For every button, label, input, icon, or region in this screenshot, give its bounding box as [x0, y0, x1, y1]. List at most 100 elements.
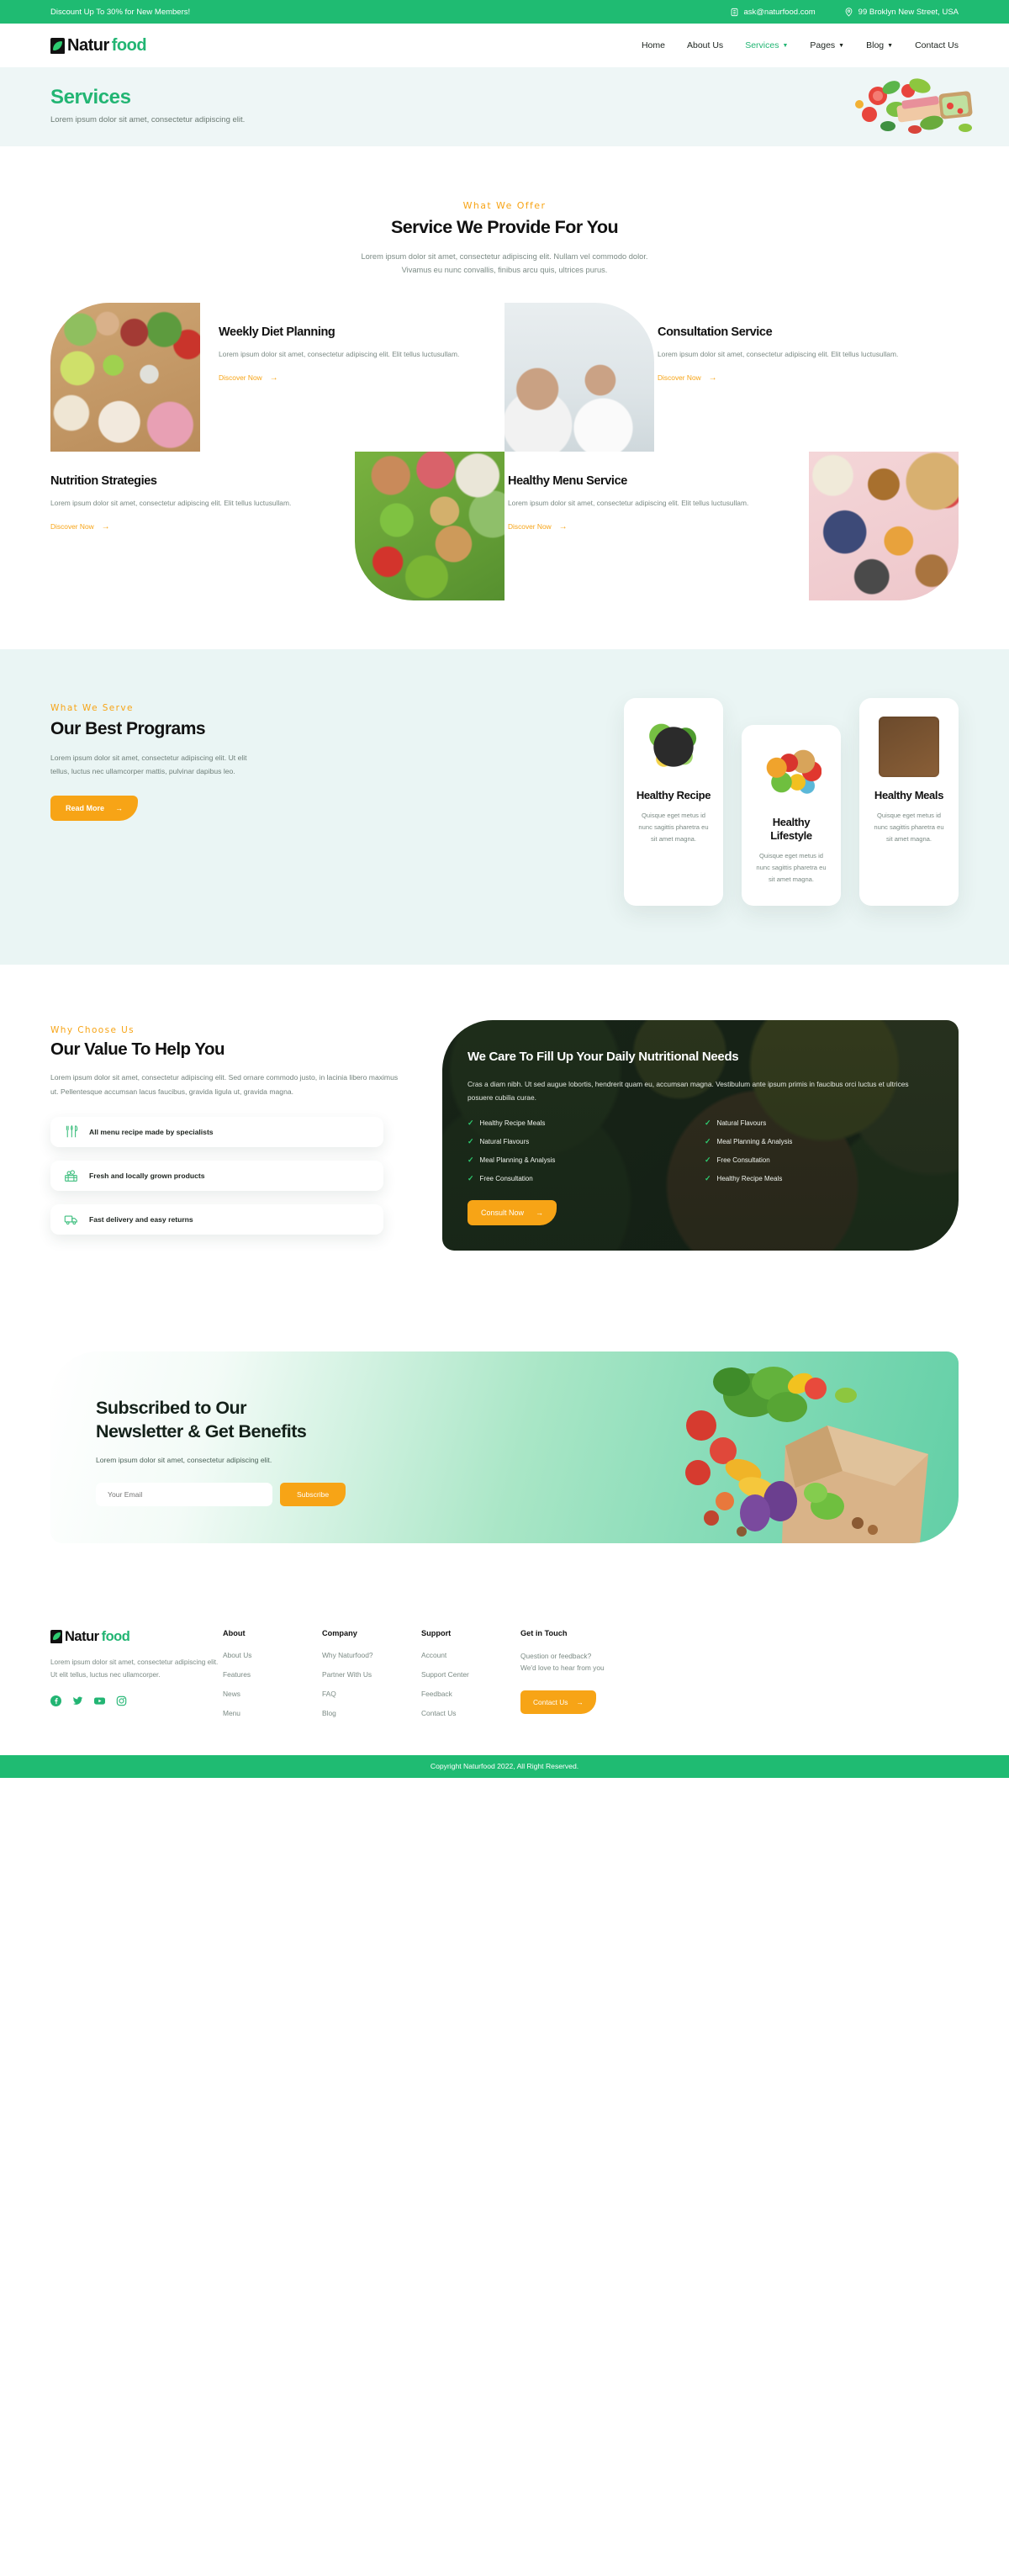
footer-link[interactable]: Why Naturfood?	[322, 1651, 421, 1659]
programs-desc: Lorem ipsum dolor sit amet, consectetur …	[50, 754, 247, 776]
facebook-icon[interactable]	[50, 1695, 61, 1706]
program-card-healthy-recipe[interactable]: Healthy Recipe Quisque eget metus id nun…	[624, 697, 723, 907]
contact-us-button[interactable]: Contact Us →	[520, 1690, 596, 1714]
program-card-healthy-lifestyle[interactable]: Healthy Lifestyle Quisque eget metus id …	[742, 724, 841, 907]
newsletter-title-line-2: Newsletter & Get Benefits	[96, 1420, 307, 1441]
service-desc: Lorem ipsum dolor sit amet, consectetur …	[219, 350, 460, 359]
main-navigation-bar: Natur food Home About Us Services ▼ Pages ▼…	[0, 24, 1009, 67]
contact-address[interactable]: 99 Broklyn New Street, USA	[844, 8, 959, 17]
discover-now-link[interactable]: Discover Now →	[658, 373, 943, 383]
program-title: Healthy Meals	[874, 788, 944, 801]
read-more-button[interactable]: Read More →	[50, 795, 139, 821]
mail-icon	[730, 8, 739, 17]
feature-label: Fresh and locally grown products	[89, 1171, 205, 1180]
discover-now-link[interactable]: Discover Now →	[219, 373, 489, 383]
discover-now-link[interactable]: Discover Now →	[50, 522, 346, 532]
checklist-item: ✓ Meal Planning & Analysis	[468, 1155, 556, 1164]
footer-heading: About	[223, 1628, 246, 1637]
service-image-healthy-menu	[809, 451, 959, 600]
service-desc: Lorem ipsum dolor sit amet, consectetur …	[508, 499, 749, 508]
email-input[interactable]	[96, 1482, 272, 1506]
program-image-healthy-lifestyle	[761, 743, 821, 804]
programs-eyebrow: What We Serve	[50, 702, 134, 713]
footer-link[interactable]: Menu	[223, 1709, 322, 1717]
check-icon: ✓	[705, 1155, 711, 1164]
produce-crate-icon	[64, 1168, 78, 1182]
instagram-icon[interactable]	[116, 1695, 127, 1706]
youtube-icon[interactable]	[94, 1695, 105, 1706]
program-image-healthy-meals	[879, 716, 939, 777]
footer-logo[interactable]: Natur food	[50, 1629, 223, 1645]
feature-label: Fast delivery and easy returns	[89, 1214, 193, 1224]
service-card-healthy-menu-service[interactable]: Healthy Menu Service Lorem ipsum dolor s…	[504, 451, 959, 600]
service-image-diet-planning	[50, 302, 200, 452]
service-title: Weekly Diet Planning	[219, 325, 335, 339]
value-title: Our Value To Help You	[50, 1039, 225, 1060]
get-in-touch-line-2: We'd love to hear from you	[520, 1663, 605, 1672]
footer-link[interactable]: Blog	[322, 1709, 421, 1717]
footer-link[interactable]: Features	[223, 1670, 322, 1679]
offer-section-header: What We Offer Service We Provide For You…	[50, 146, 959, 278]
get-in-touch-line-1: Question or feedback?	[520, 1651, 592, 1660]
footer-link[interactable]: About Us	[223, 1651, 322, 1659]
footer-link[interactable]: Support Center	[421, 1670, 520, 1679]
offer-sub-line-2: Vivamus eu nunc convallis, finibus arcu …	[401, 266, 608, 275]
hero-food-illustration	[797, 67, 991, 146]
footer-link[interactable]: Account	[421, 1651, 520, 1659]
feature-item-fresh-products[interactable]: Fresh and locally grown products	[50, 1160, 383, 1191]
check-icon: ✓	[468, 1155, 474, 1164]
copyright-bar: Copyright Naturfood 2022, All Right Rese…	[0, 1754, 1009, 1778]
footer-link[interactable]: Contact Us	[421, 1709, 520, 1717]
check-icon: ✓	[468, 1136, 474, 1145]
programs-section: What We Serve Our Best Programs Lorem ip…	[0, 648, 1009, 965]
offer-sub-line-1: Lorem ipsum dolor sit amet, consectetur …	[361, 252, 648, 261]
program-desc: Quisque eget metus id nunc sagittis phar…	[874, 811, 944, 843]
footer-link[interactable]: News	[223, 1690, 322, 1698]
nutritional-card-desc: Cras a diam nibh. Ut sed augue lobortis,…	[468, 1079, 909, 1102]
checklist-item: ✓ Natural Flavours	[468, 1136, 530, 1145]
value-section: Why Choose Us Our Value To Help You Lore…	[50, 965, 959, 1298]
footer-link[interactable]: FAQ	[322, 1690, 421, 1698]
consult-now-button[interactable]: Consult Now →	[468, 1199, 557, 1225]
arrow-right-icon: →	[101, 521, 110, 532]
footer-column-company: Company Why Naturfood? Partner With Us F…	[322, 1629, 421, 1728]
contact-email-text: ask@naturfood.com	[743, 7, 816, 17]
programs-title: Our Best Programs	[50, 718, 206, 738]
newsletter-section: Subscribed to Our Newsletter & Get Benef…	[50, 1298, 959, 1592]
nav-item-home[interactable]: Home	[642, 40, 665, 50]
footer-link[interactable]: Partner With Us	[322, 1670, 421, 1679]
footer-heading: Get in Touch	[520, 1628, 568, 1637]
service-card-weekly-diet-planning[interactable]: Weekly Diet Planning Lorem ipsum dolor s…	[50, 302, 504, 452]
map-pin-icon	[844, 7, 853, 17]
service-card-nutrition-strategies[interactable]: Nutrition Strategies Lorem ipsum dolor s…	[50, 451, 504, 600]
offer-title: Service We Provide For You	[390, 217, 619, 237]
nav-item-services[interactable]: Services ▼	[745, 40, 788, 50]
footer-link[interactable]: Feedback	[421, 1690, 520, 1698]
feature-item-fast-delivery[interactable]: Fast delivery and easy returns	[50, 1203, 383, 1235]
nav-item-about-us[interactable]: About Us	[687, 40, 723, 50]
discover-now-link[interactable]: Discover Now →	[508, 522, 800, 532]
value-desc: Lorem ipsum dolor sit amet, consectetur …	[50, 1073, 399, 1096]
nav-item-pages[interactable]: Pages ▼	[810, 40, 844, 50]
checklist-item: ✓ Free Consultation	[468, 1173, 533, 1182]
footer-heading: Support	[421, 1628, 452, 1637]
site-footer: Natur food Lorem ipsum dolor sit amet, co…	[50, 1592, 959, 1755]
nav-item-contact-us[interactable]: Contact Us	[915, 40, 959, 50]
nutritional-card-title: We Care To Fill Up Your Daily Nutritiona…	[468, 1050, 739, 1065]
subscribe-button[interactable]: Subscribe	[280, 1482, 346, 1506]
program-card-healthy-meals[interactable]: Healthy Meals Quisque eget metus id nunc…	[859, 697, 959, 907]
feature-item-specialists[interactable]: All menu recipe made by specialists	[50, 1116, 383, 1147]
contact-email[interactable]: ask@naturfood.com	[730, 8, 816, 17]
feature-label: All menu recipe made by specialists	[89, 1127, 214, 1136]
nav-item-blog[interactable]: Blog ▼	[866, 40, 893, 50]
check-icon: ✓	[705, 1136, 711, 1145]
page-hero-banner: Services Lorem ipsum dolor sit amet, con…	[0, 67, 1009, 146]
service-card-consultation-service[interactable]: Consultation Service Lorem ipsum dolor s…	[504, 302, 959, 452]
site-logo[interactable]: Natur food	[50, 36, 147, 56]
arrow-right-icon: →	[269, 373, 278, 383]
twitter-icon[interactable]	[72, 1695, 83, 1706]
check-icon: ✓	[468, 1118, 474, 1127]
social-links	[50, 1695, 223, 1706]
service-title: Healthy Menu Service	[508, 473, 627, 488]
service-image-nutrition	[355, 451, 504, 600]
